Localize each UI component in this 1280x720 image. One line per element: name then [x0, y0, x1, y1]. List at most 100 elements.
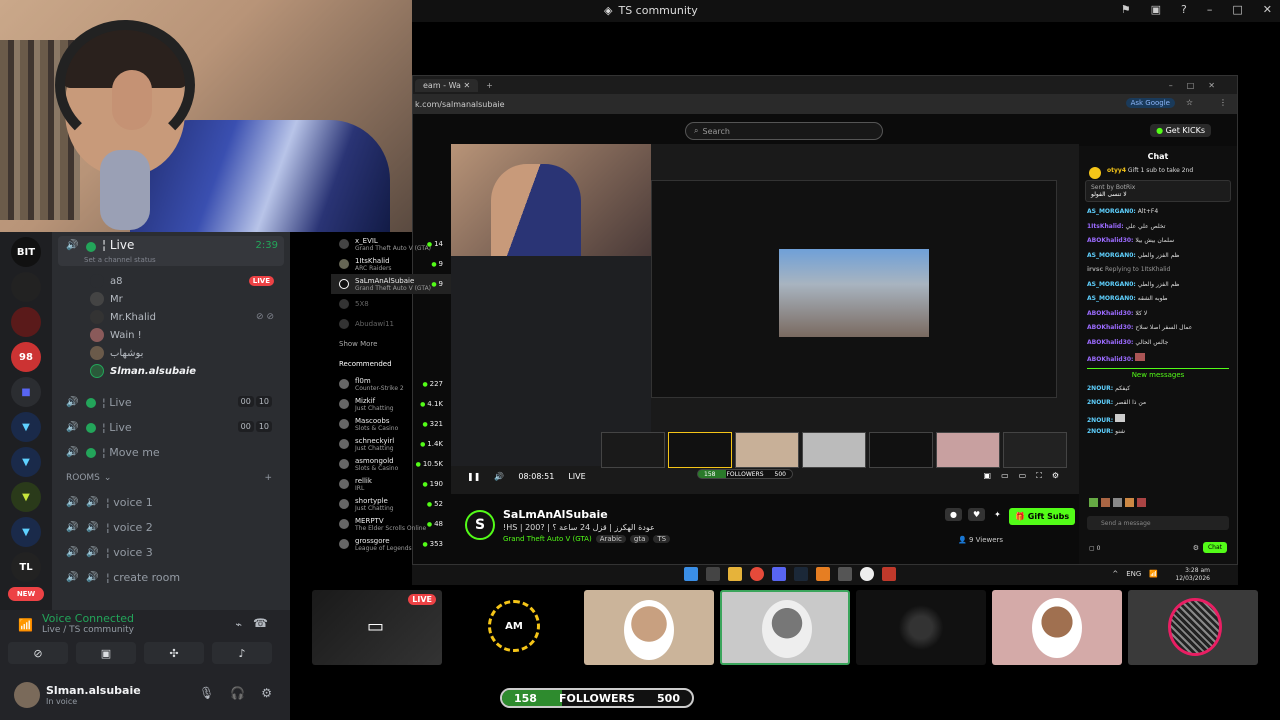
recommended-item[interactable]: asmongoldSlots & Casino 10.5K [331, 454, 451, 474]
file-explorer-icon[interactable] [728, 567, 742, 581]
stream-player[interactable]: ❚❚ 🔊 08:08:51 LIVE ▣▭▭⛶⚙ 158 FOLLOWERS 500 [451, 144, 1079, 494]
chat-user[interactable]: 2NOUR: [1087, 428, 1113, 435]
chat-user[interactable]: 2NOUR: [1087, 399, 1113, 406]
emote[interactable] [1113, 498, 1122, 507]
chat-user[interactable]: ABOKhalid30: [1087, 339, 1133, 346]
disconnect-icon[interactable]: ☎ [253, 616, 268, 630]
tray-chevron-icon[interactable]: ^ [1112, 570, 1118, 578]
user-panel[interactable]: Slman.alsubaie In voice [14, 682, 141, 708]
server-icon[interactable]: ▼ [11, 482, 41, 512]
chat-user[interactable]: AS_MORGAN0: [1087, 252, 1136, 259]
chat-user[interactable]: AS_MORGAN0: [1087, 208, 1136, 215]
voice-channel[interactable]: 🔊 ¦ Move me [52, 440, 290, 465]
new-badge[interactable]: NEW [8, 587, 44, 601]
participant-tile[interactable] [856, 590, 986, 665]
new-messages-divider[interactable]: New messages [1087, 367, 1229, 381]
server-icon-tl[interactable]: TL [11, 552, 41, 582]
gift-icon[interactable]: ✦ [991, 508, 1004, 521]
soundboard-button[interactable]: ♪ [212, 642, 272, 664]
channel-avatar[interactable]: S [465, 510, 495, 540]
chat-user[interactable]: 2NOUR: [1087, 417, 1113, 424]
following-item-offline[interactable]: 5X8 [331, 294, 451, 314]
language-indicator[interactable]: ENG [1126, 570, 1141, 578]
chat-user[interactable]: 1ItsKhalid: [1087, 223, 1124, 230]
voice-user[interactable]: Slman.alsubaie [52, 362, 290, 380]
voice-user[interactable]: بوشهاب [52, 344, 290, 362]
voice-channel-path[interactable]: Live / TS community [42, 625, 134, 635]
app-icon[interactable] [882, 567, 896, 581]
window-controls[interactable]: –□✕ [1169, 81, 1229, 90]
voice-channel[interactable]: 🔊 🔊 ¦ voice 3 [52, 540, 290, 565]
recommended-item[interactable]: MizkifJust Chatting 4.1K [331, 394, 451, 414]
search-icon[interactable] [706, 567, 720, 581]
ask-google-button[interactable]: Ask Google [1125, 98, 1175, 108]
notification-bell-icon[interactable]: ● [945, 508, 962, 521]
category-rooms[interactable]: ROOMS ⌄ + [52, 465, 290, 490]
app-icon[interactable] [838, 567, 852, 581]
folder-icon[interactable]: ■ [11, 377, 41, 407]
voice-channel[interactable]: 🔊 🔊 ¦ voice 1 [52, 490, 290, 515]
gear-icon[interactable]: ⚙ [261, 686, 272, 700]
server-icon[interactable]: ▼ [11, 447, 41, 477]
get-kicks-button[interactable]: ● Get KICKs [1150, 124, 1211, 137]
voice-channel[interactable]: 🔊 🔊 ¦ voice 2 [52, 515, 290, 540]
noise-suppression-icon[interactable]: ⌁ [235, 618, 242, 631]
server-icon[interactable] [11, 272, 41, 302]
chat-user[interactable]: ABOKhalid30: [1087, 324, 1133, 331]
following-item[interactable]: x_EVILGrand Theft Auto V (GTA)14 [331, 234, 451, 254]
screen-icon[interactable]: ▣ [1151, 3, 1161, 16]
emote[interactable] [1089, 498, 1098, 507]
recommended-item[interactable]: MERPTVThe Elder Scrolls Online48 [331, 514, 451, 534]
camera-off-button[interactable]: ⊘ [8, 642, 68, 664]
chat-user[interactable]: 2NOUR: [1087, 385, 1113, 392]
points-counter[interactable]: ▢ 0 [1089, 545, 1100, 552]
recommended-item[interactable]: fl0mCounter-Strike 2 227 [331, 374, 451, 394]
chrome-icon[interactable] [750, 567, 764, 581]
voice-user[interactable]: Wain ! [52, 326, 290, 344]
flag-icon[interactable]: ⚑ [1121, 3, 1131, 16]
tag[interactable]: Arabic [595, 535, 626, 543]
recommended-item[interactable]: rellikIRL 190 [331, 474, 451, 494]
show-more-link[interactable]: Show More [331, 334, 451, 354]
recommended-item[interactable]: grossgoreLeague of Legends 353 [331, 534, 451, 554]
chat-user[interactable]: AS_MORGAN0: [1087, 281, 1136, 288]
search-input[interactable]: ⌕ Search [685, 122, 883, 140]
channel-status-input[interactable]: Set a channel status [84, 256, 156, 264]
emote[interactable] [1101, 498, 1110, 507]
microphone-icon[interactable]: 🎙 [199, 686, 214, 700]
discord-icon[interactable] [772, 567, 786, 581]
add-channel-icon[interactable]: + [264, 473, 272, 483]
voice-user[interactable]: Mr [52, 290, 290, 308]
server-icon-bit[interactable]: BIT [11, 237, 41, 267]
server-icon[interactable]: ▼ [11, 517, 41, 547]
participant-tile[interactable]: LIVE ▭ [312, 590, 442, 665]
menu-icon[interactable]: ⋮ [1219, 98, 1227, 107]
voice-user[interactable]: a8 LIVE [52, 272, 290, 290]
browser-tab[interactable]: eam - Wa ✕ [415, 78, 479, 92]
follow-heart-icon[interactable]: ♥ [967, 508, 986, 521]
minimize-icon[interactable]: – [1207, 3, 1213, 16]
chat-user[interactable]: ABOKhalid30: [1087, 237, 1133, 244]
app-icon[interactable] [816, 567, 830, 581]
voice-status[interactable]: Voice Connected [42, 612, 134, 625]
recommended-item[interactable]: shortypleJust Chatting 52 [331, 494, 451, 514]
steam-icon[interactable] [794, 567, 808, 581]
participant-tile[interactable]: AM [448, 590, 578, 665]
windows-start-icon[interactable] [684, 567, 698, 581]
url-bar[interactable]: k.com/salmanalsubaie [415, 100, 505, 109]
voice-channel[interactable]: 🔊 ¦ Live 00 10 [52, 390, 290, 415]
server-icon-badge[interactable]: 98 [11, 342, 41, 372]
close-icon[interactable]: ✕ [1263, 3, 1272, 16]
screen-share-button[interactable]: ▣ [76, 642, 136, 664]
voice-channel[interactable]: 🔊 ¦ Live 00 10 [52, 415, 290, 440]
emote[interactable] [1125, 498, 1134, 507]
gear-icon[interactable]: ⚙ [1193, 544, 1199, 552]
chat-send-button[interactable]: Chat [1202, 542, 1227, 553]
close-tab-icon[interactable]: ✕ [463, 81, 470, 90]
live-channel-active[interactable]: 🔊 ¦ Live 2:39 Set a channel status [58, 236, 284, 266]
bookmark-star-icon[interactable]: ☆ [1186, 98, 1193, 107]
server-icon[interactable] [11, 307, 41, 337]
tag[interactable]: TS [653, 535, 671, 543]
participant-tile[interactable] [1128, 590, 1258, 665]
participant-tile[interactable] [584, 590, 714, 665]
